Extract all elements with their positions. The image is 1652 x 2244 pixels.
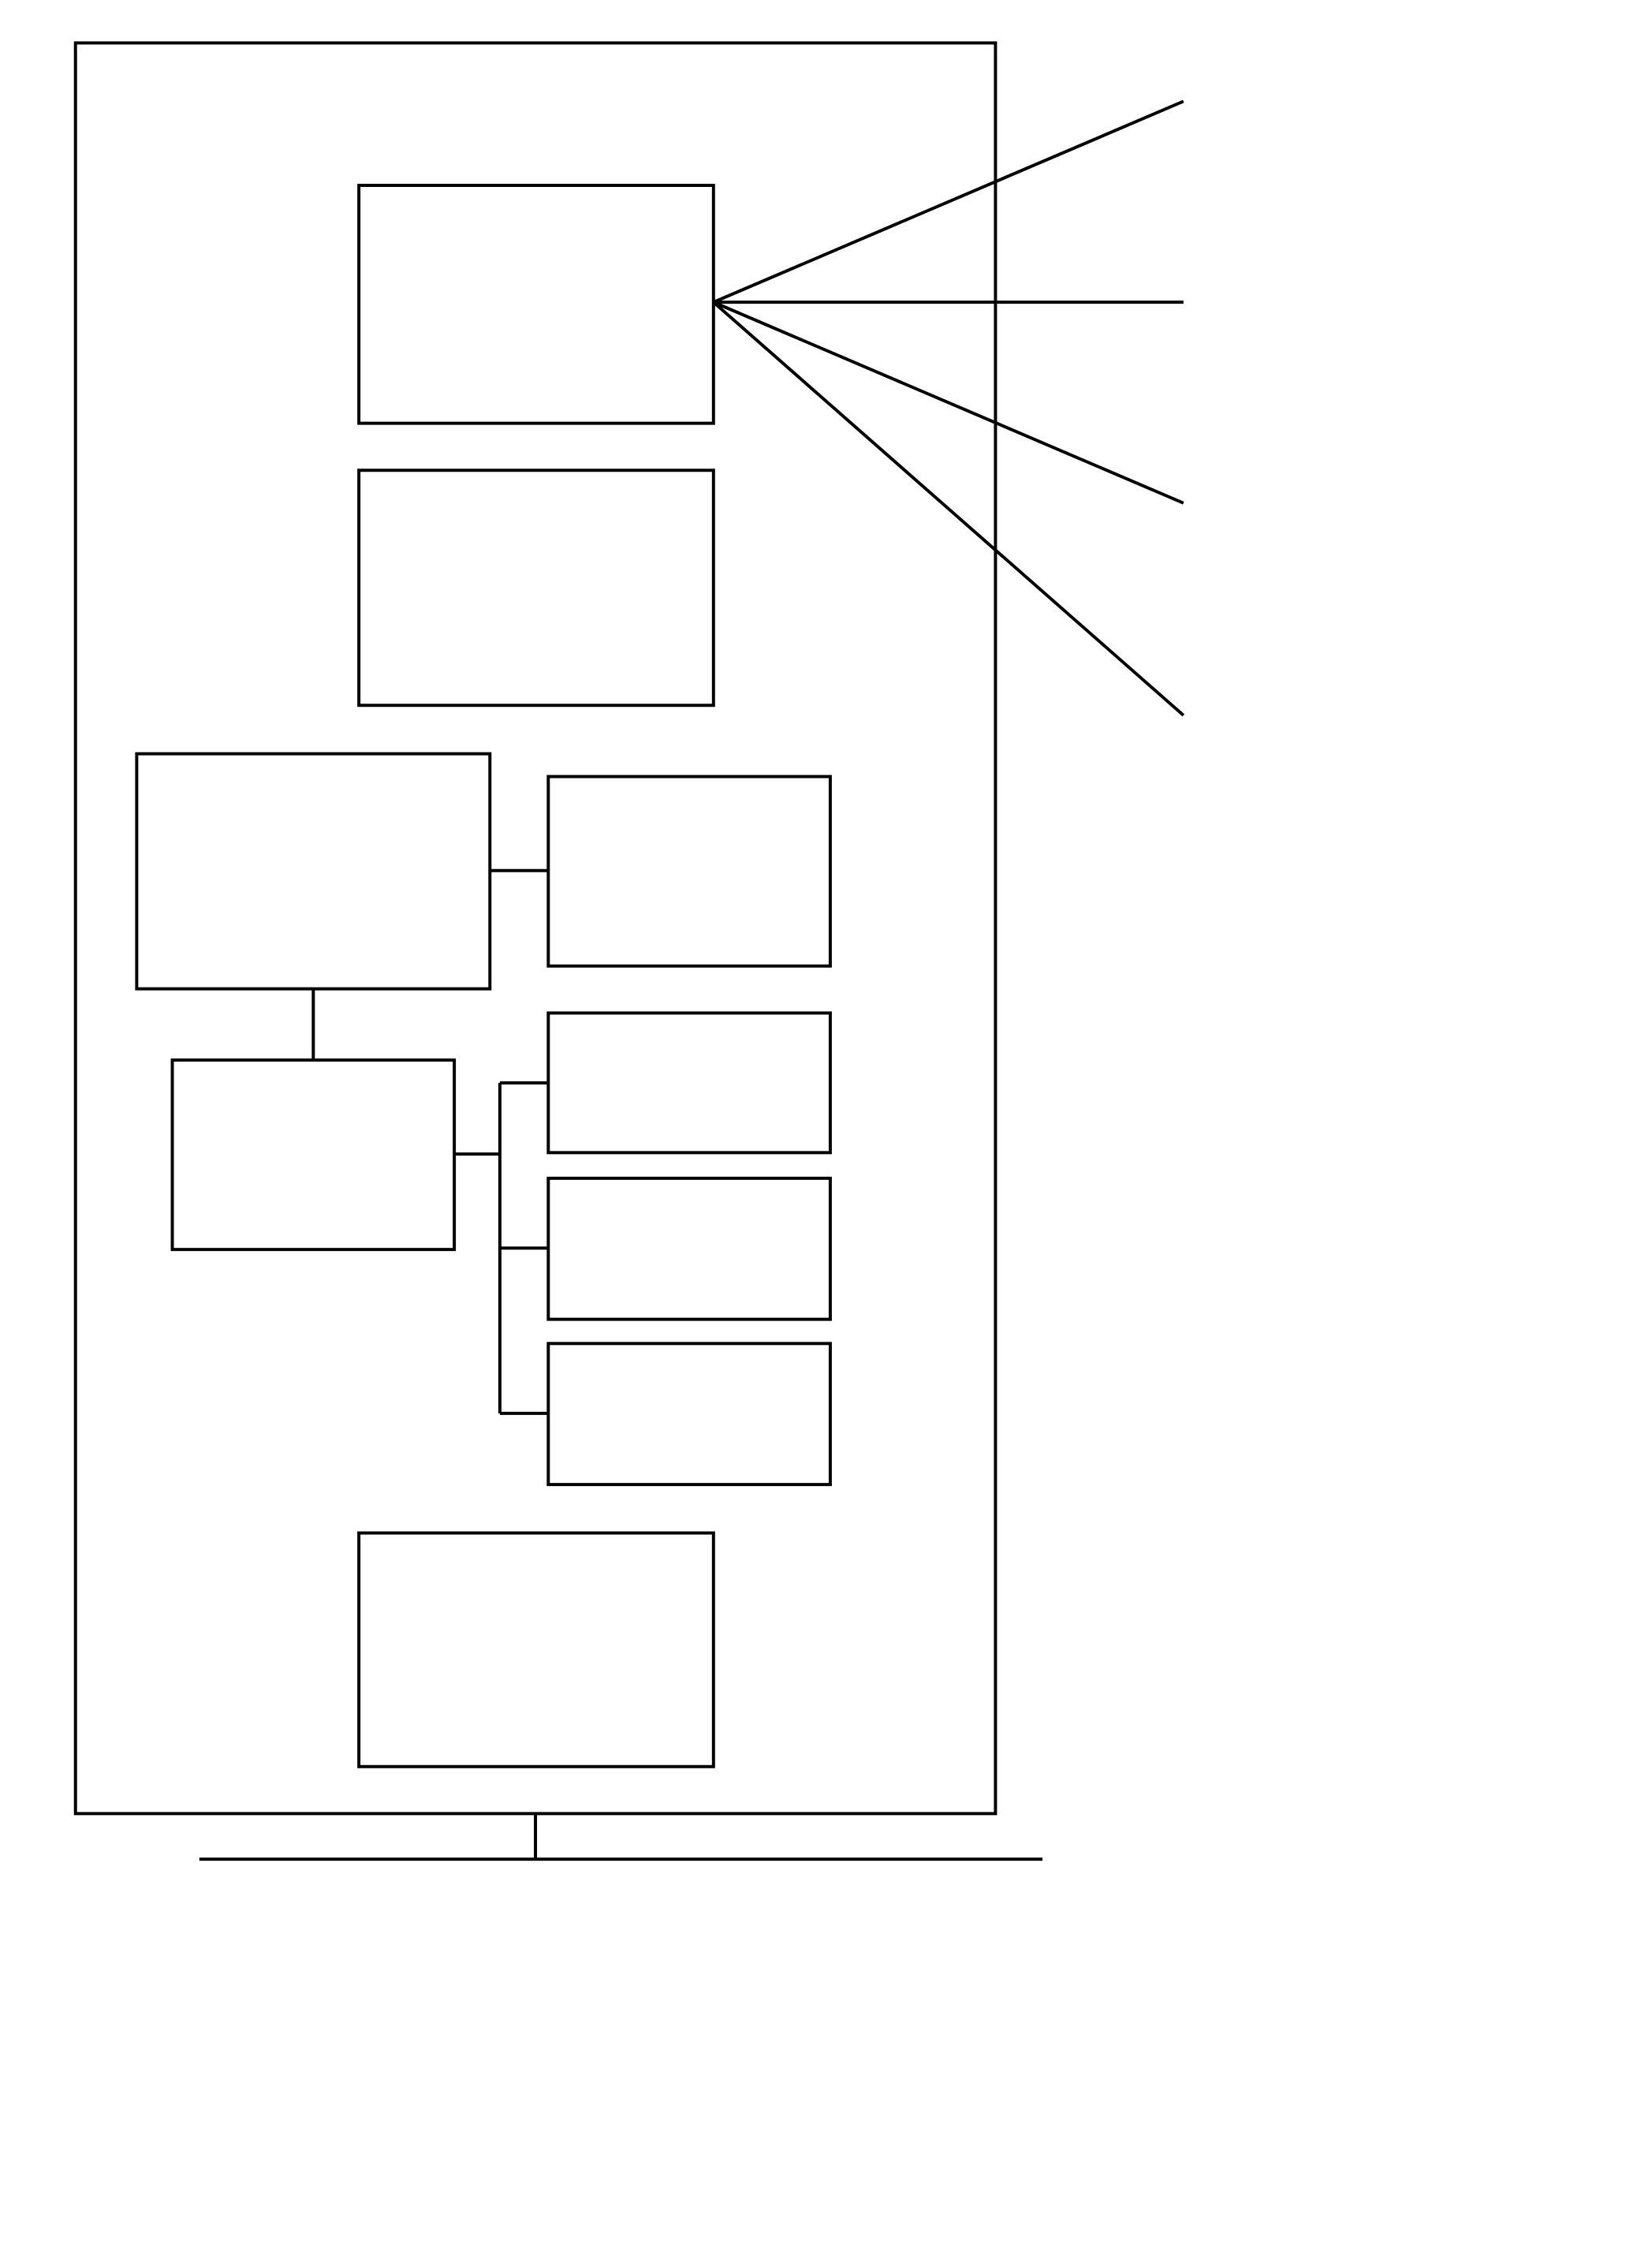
adjust-fee-action [546,1342,832,1487]
rules-management-execution-module [135,752,492,991]
other-module [357,1531,715,1768]
dynamic-rules-adaptation-engine [357,469,715,708]
pattern-detection-module [357,184,715,425]
system-diagram [73,41,1185,1861]
action-module [170,1058,457,1252]
contact-action [546,1011,832,1155]
limit-card-action [546,1176,832,1321]
user-interface-box [546,775,832,968]
